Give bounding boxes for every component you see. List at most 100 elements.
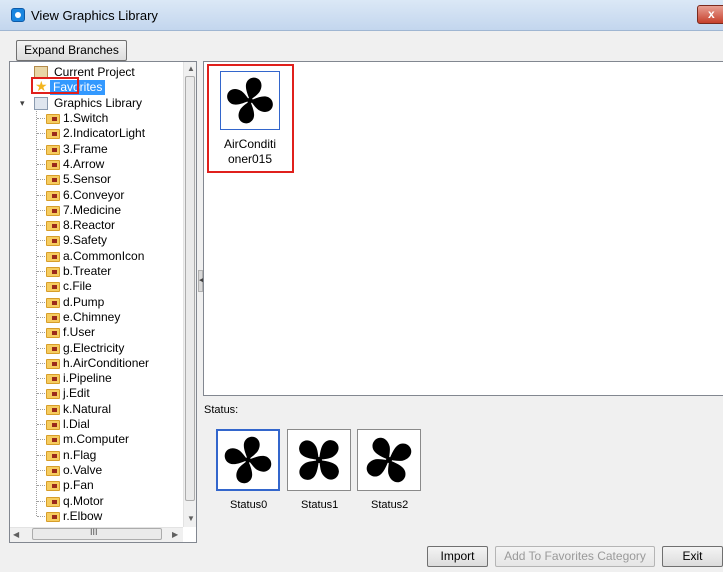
- folder-icon: [46, 497, 60, 507]
- tree-guide-line: [37, 179, 45, 180]
- fan-icon: [299, 440, 339, 480]
- tree-guide-line: [37, 332, 45, 333]
- fan-icon: [224, 436, 272, 484]
- tree-item-label: 6.Conveyor: [63, 188, 125, 202]
- folder-icon: [46, 252, 60, 262]
- tree-guide-line: [37, 424, 45, 425]
- folder-icon: [46, 129, 60, 139]
- scroll-left-icon[interactable]: ◀: [13, 530, 19, 539]
- tree-guide-line: [37, 501, 45, 502]
- folder-icon: [46, 160, 60, 170]
- import-button[interactable]: Import: [427, 546, 488, 567]
- folder-icon: [46, 236, 60, 246]
- tree-panel: 1.Switch 2.IndicatorLight 3.Frame 4.Arrow 5.…: [9, 61, 197, 543]
- tree-guide-line: [37, 455, 45, 456]
- tree-item-label: p.Fan: [63, 478, 94, 492]
- status-0-label: Status0: [230, 499, 268, 511]
- expand-arrow-icon[interactable]: ▾: [20, 96, 25, 111]
- app-icon: [11, 8, 25, 22]
- gallery-highlight-box: [207, 64, 294, 173]
- tree-item-label: n.Flag: [63, 448, 97, 462]
- tree-item-label: 1.Switch: [63, 111, 109, 125]
- tree-guide-line: [37, 485, 45, 486]
- tree-item-label: o.Valve: [63, 463, 103, 477]
- add-to-favorites-button[interactable]: Add To Favorites Category: [495, 546, 655, 567]
- folder-icon: [46, 435, 60, 445]
- tree-item-label: j.Edit: [63, 386, 90, 400]
- tree-guide-line: [37, 317, 45, 318]
- scroll-right-icon[interactable]: ▶: [172, 530, 178, 539]
- exit-button[interactable]: Exit: [662, 546, 723, 567]
- fan-icon: [366, 437, 412, 483]
- library-icon: [34, 97, 48, 110]
- tree-guide-line: [37, 348, 45, 349]
- tree-item-label: 3.Frame: [63, 142, 108, 156]
- tree-item-label: i.Pipeline: [63, 371, 112, 385]
- grip-icon: III: [90, 527, 98, 537]
- tree-guide-line: [37, 210, 45, 211]
- folder-icon: [46, 145, 60, 155]
- folder-icon: [46, 466, 60, 476]
- tree-guide-line: [37, 256, 45, 257]
- fan-hub: [245, 457, 251, 463]
- tree-guide-line: [37, 302, 45, 303]
- status-0-thumbnail[interactable]: [216, 429, 280, 491]
- tree-guide-line: [37, 271, 45, 272]
- tree-guide-line: [37, 378, 45, 379]
- folder-icon: [46, 451, 60, 461]
- folder-icon: [46, 298, 60, 308]
- tree-guide-line: [37, 393, 45, 394]
- tree-item-label: l.Dial: [63, 417, 90, 431]
- tree-item-label: f.User: [63, 325, 96, 339]
- scroll-up-icon[interactable]: ▲: [187, 64, 195, 73]
- tree-guide-line: [37, 195, 45, 196]
- expand-branches-button[interactable]: Expand Branches: [16, 40, 127, 61]
- folder-icon: [46, 206, 60, 216]
- folder-icon: [46, 389, 60, 399]
- folder-icon: [46, 328, 60, 338]
- tree-item-label: Graphics Library: [54, 96, 143, 110]
- folder-icon: [46, 221, 60, 231]
- fan-blade: [243, 436, 260, 460]
- tree-guide-line: [37, 516, 45, 517]
- tree-guide-line: [37, 240, 45, 241]
- tree-item-label: 7.Medicine: [63, 203, 122, 217]
- folder-icon: [46, 114, 60, 124]
- status-1-label: Status1: [301, 499, 339, 511]
- folder-icon: [46, 405, 60, 415]
- tree-item-label: b.Treater: [63, 264, 112, 278]
- tree-item-label: r.Elbow: [63, 509, 103, 523]
- close-button[interactable]: x: [697, 5, 723, 24]
- tree-guide-line: [37, 149, 45, 150]
- window-titlebar: View Graphics Library x: [0, 0, 723, 31]
- status-2-thumbnail[interactable]: [357, 429, 421, 491]
- folder-icon: [46, 359, 60, 369]
- tree-guide-line: [37, 118, 45, 119]
- scroll-down-icon[interactable]: ▼: [187, 514, 195, 523]
- status-1-thumbnail[interactable]: [287, 429, 351, 491]
- tree-item-label: e.Chimney: [63, 310, 121, 324]
- folder-icon: [46, 313, 60, 323]
- fan-blade: [224, 448, 248, 465]
- tree-guide-line: [37, 225, 45, 226]
- folder-icon: [46, 344, 60, 354]
- favorites-highlight-box: [31, 77, 79, 94]
- tree-item-label: 5.Sensor: [63, 172, 112, 186]
- status-heading: Status:: [204, 404, 239, 416]
- folder-icon: [46, 512, 60, 522]
- tree-guide-line: [37, 363, 45, 364]
- tree-item-label: d.Pump: [63, 295, 105, 309]
- tree-guide-line: [37, 439, 45, 440]
- tree-item-label: 8.Reactor: [63, 218, 116, 232]
- tree-item-label: 4.Arrow: [63, 157, 105, 171]
- status-2-label: Status2: [371, 499, 409, 511]
- tree-guide-line: [37, 286, 45, 287]
- graphics-gallery-panel: AirConditi oner015: [203, 61, 723, 396]
- folder-icon: [46, 481, 60, 491]
- window-title: View Graphics Library: [31, 8, 158, 23]
- tree-item-label: q.Motor: [63, 494, 104, 508]
- tree-item-label: m.Computer: [63, 432, 130, 446]
- tree-item-label: 9.Safety: [63, 233, 108, 247]
- tree-item-label: k.Natural: [63, 402, 112, 416]
- tree-scroll-thumb[interactable]: [185, 76, 195, 501]
